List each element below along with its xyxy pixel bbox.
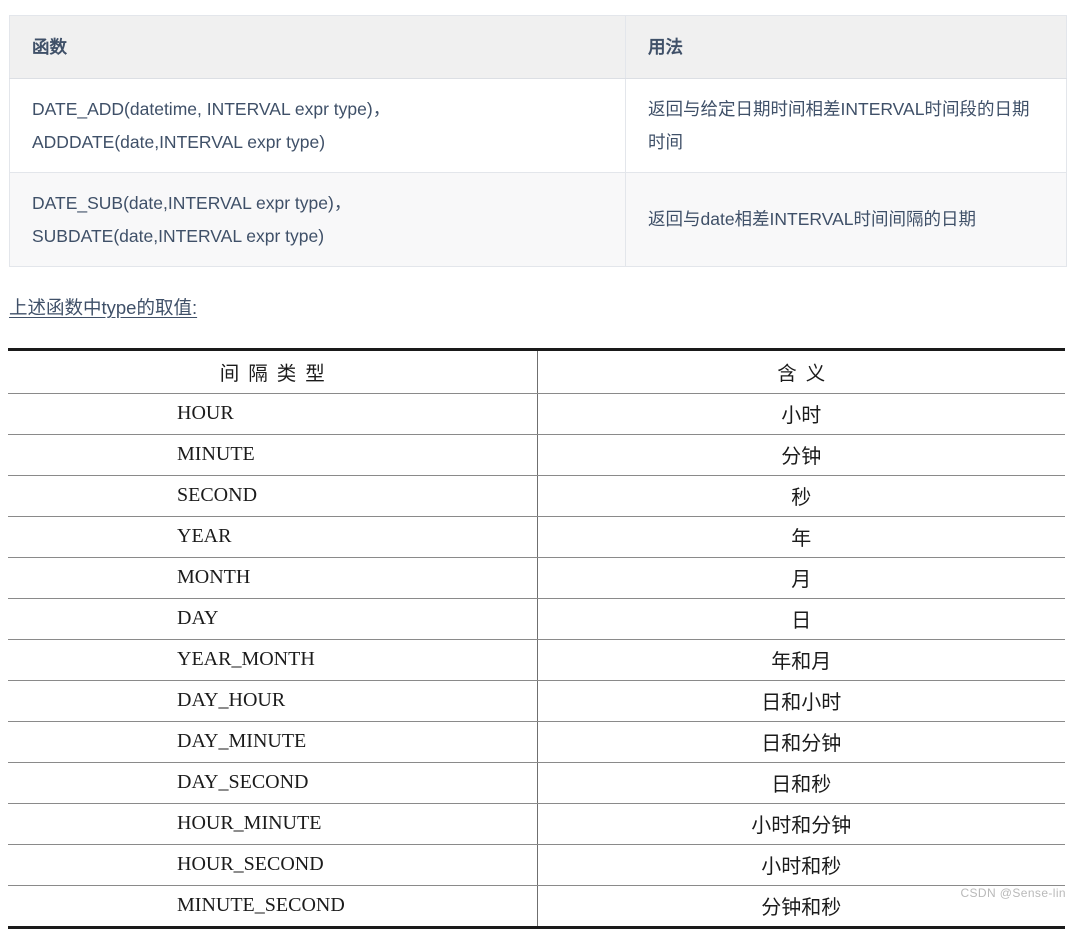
cell-meaning: 小时	[537, 393, 1065, 435]
function-signature-line: DATE_SUB(date,INTERVAL expr type)，	[32, 193, 352, 214]
table-row: DATE_ADD(datetime, INTERVAL expr type)， …	[9, 78, 1067, 174]
column-header-function: 函数	[9, 14, 626, 80]
cell-interval-type: MINUTE_SECOND	[8, 885, 538, 929]
cell-meaning: 年	[537, 516, 1065, 558]
interval-type-table-header: 间隔类型 含义	[8, 348, 1065, 394]
table-row: MINUTE_SECOND 分钟和秒	[8, 885, 1065, 929]
table-row: MONTH 月	[8, 557, 1065, 599]
cell-interval-type: DAY_MINUTE	[8, 721, 538, 763]
cell-interval-type: HOUR_MINUTE	[8, 803, 538, 845]
cell-meaning: 日和秒	[537, 762, 1065, 804]
cell-interval-type: YEAR_MONTH	[8, 639, 538, 681]
table-row: HOUR_SECOND 小时和秒	[8, 844, 1065, 886]
cell-meaning: 日和分钟	[537, 721, 1065, 763]
cell-meaning: 年和月	[537, 639, 1065, 681]
interval-type-table-container: 间隔类型 含义 HOUR 小时 MINUTE 分钟 SECOND 秒 YEAR 年 MONTH 月…	[8, 348, 1065, 929]
interval-type-table-body: HOUR 小时 MINUTE 分钟 SECOND 秒 YEAR 年 MONTH 月 DAY 日 YEAR…	[8, 393, 1065, 929]
cell-interval-type: MINUTE	[8, 434, 538, 476]
cell-meaning: 小时和分钟	[537, 803, 1065, 845]
table-row: HOUR 小时	[8, 393, 1065, 435]
table-row: MINUTE 分钟	[8, 434, 1065, 476]
function-table-body: DATE_ADD(datetime, INTERVAL expr type)， …	[9, 78, 1067, 267]
cell-interval-type: DAY_HOUR	[8, 680, 538, 722]
function-table-header: 函数 用法	[9, 14, 1067, 80]
cell-interval-type: MONTH	[8, 557, 538, 599]
column-header-usage: 用法	[625, 14, 1067, 80]
function-table-container: 函数 用法 DATE_ADD(datetime, INTERVAL expr t…	[9, 14, 1067, 267]
table-row: DAY 日	[8, 598, 1065, 640]
table-row: SECOND 秒	[8, 475, 1065, 517]
table-row: DAY_MINUTE 日和分钟	[8, 721, 1065, 763]
cell-interval-type: DAY_SECOND	[8, 762, 538, 804]
table-header-row: 间隔类型 含义	[8, 348, 1065, 394]
column-header-interval-type: 间隔类型	[8, 348, 538, 394]
table-header-row: 函数 用法	[9, 14, 1067, 80]
function-signature-line: ADDDATE(date,INTERVAL expr type)	[32, 131, 326, 152]
cell-meaning: 分钟和秒	[537, 885, 1065, 929]
cell-interval-type: HOUR_SECOND	[8, 844, 538, 886]
cell-function-usage: 返回与date相差INTERVAL时间间隔的日期	[625, 172, 1067, 267]
cell-meaning: 日和小时	[537, 680, 1065, 722]
table-row: DAY_SECOND 日和秒	[8, 762, 1065, 804]
cell-interval-type: HOUR	[8, 393, 538, 435]
table-row: HOUR_MINUTE 小时和分钟	[8, 803, 1065, 845]
cell-function-signature: DATE_SUB(date,INTERVAL expr type)， SUBDA…	[9, 172, 626, 267]
table-row: YEAR 年	[8, 516, 1065, 558]
cell-interval-type: YEAR	[8, 516, 538, 558]
cell-meaning: 分钟	[537, 434, 1065, 476]
cell-meaning: 月	[537, 557, 1065, 599]
type-values-note: 上述函数中type的取值:	[9, 297, 198, 318]
table-row: DATE_SUB(date,INTERVAL expr type)， SUBDA…	[9, 172, 1067, 267]
cell-meaning: 日	[537, 598, 1065, 640]
function-table: 函数 用法 DATE_ADD(datetime, INTERVAL expr t…	[9, 14, 1067, 267]
cell-function-signature: DATE_ADD(datetime, INTERVAL expr type)， …	[9, 78, 626, 174]
cell-interval-type: SECOND	[8, 475, 538, 517]
column-header-meaning: 含义	[537, 348, 1065, 394]
cell-meaning: 秒	[537, 475, 1065, 517]
interval-type-table: 间隔类型 含义 HOUR 小时 MINUTE 分钟 SECOND 秒 YEAR 年 MONTH 月…	[8, 348, 1065, 929]
cell-interval-type: DAY	[8, 598, 538, 640]
function-signature-line: DATE_ADD(datetime, INTERVAL expr type)，	[32, 99, 391, 120]
cell-function-usage: 返回与给定日期时间相差INTERVAL时间段的日期时间	[625, 78, 1067, 174]
cell-meaning: 小时和秒	[537, 844, 1065, 886]
function-signature-line: SUBDATE(date,INTERVAL expr type)	[32, 225, 325, 246]
table-row: YEAR_MONTH 年和月	[8, 639, 1065, 681]
table-row: DAY_HOUR 日和小时	[8, 680, 1065, 722]
